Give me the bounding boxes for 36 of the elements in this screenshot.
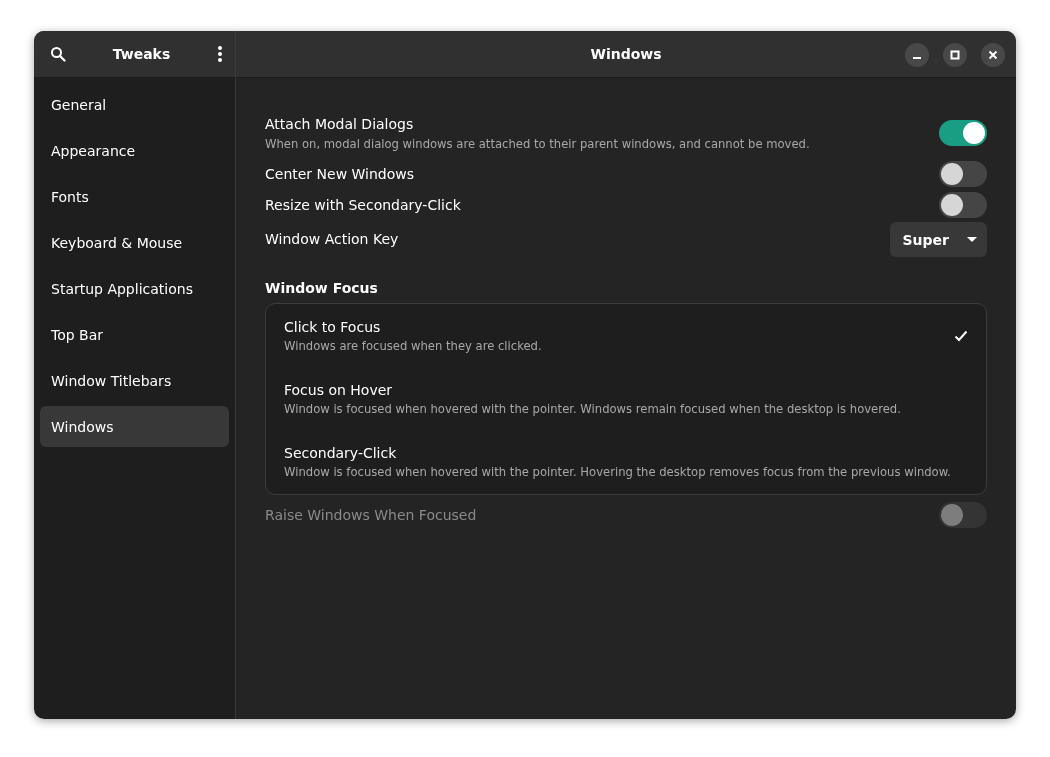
sidebar-item[interactable]: Window Titlebars [40, 360, 229, 401]
toggle-switch[interactable] [939, 120, 987, 146]
setting-description: When on, modal dialog windows are attached to their parent windows, and cannot be moved. [265, 136, 810, 151]
option-label[interactable]: Secondary-Click [284, 444, 951, 461]
close-button[interactable] [981, 43, 1005, 67]
option-description: Window is focused when hovered with the pointer. Windows remain focused when the desktop is hovered. [284, 401, 901, 416]
maximize-button[interactable] [943, 43, 967, 67]
search-icon[interactable] [50, 46, 66, 62]
option-description: Windows are focused when they are clicked. [284, 338, 542, 353]
sidebar-item[interactable]: Top Bar [40, 314, 229, 355]
toggle-switch[interactable] [939, 191, 987, 218]
minimize-icon [913, 57, 921, 59]
window-title: Windows [590, 46, 662, 62]
setting-label: Window Action Key [265, 230, 399, 247]
option-description: Window is focused when hovered with the pointer. Hovering the desktop removes focus from the previous window. [284, 464, 951, 479]
setting-label: Attach Modal Dialogs [265, 115, 415, 132]
close-icon [988, 50, 998, 60]
option-label[interactable]: Click to Focus [284, 318, 542, 335]
sidebar-item[interactable]: Keyboard & Mouse [40, 222, 229, 263]
setting-label: Raise Windows When Focused [265, 506, 477, 523]
section-heading: Window Focus [265, 280, 379, 296]
menu-icon[interactable] [217, 45, 223, 63]
app-title: Tweaks [112, 46, 171, 62]
sidebar-item[interactable]: Startup Applications [40, 268, 229, 309]
option-label[interactable]: Focus on Hover [284, 381, 901, 398]
sidebar-item[interactable]: General [40, 84, 229, 125]
toggle-switch[interactable] [939, 160, 987, 187]
maximize-icon [950, 50, 960, 60]
setting-label: Resize with Secondary-Click [265, 196, 461, 213]
sidebar-item[interactable]: Windows [40, 406, 229, 447]
action-key-dropdown[interactable]: Super [889, 222, 987, 257]
sidebar-item[interactable]: Fonts [40, 176, 229, 217]
setting-label: Center New Windows [265, 165, 415, 182]
minimize-button[interactable] [905, 43, 929, 67]
sidebar-item[interactable]: Appearance [40, 130, 229, 171]
caret-icon [967, 236, 977, 243]
